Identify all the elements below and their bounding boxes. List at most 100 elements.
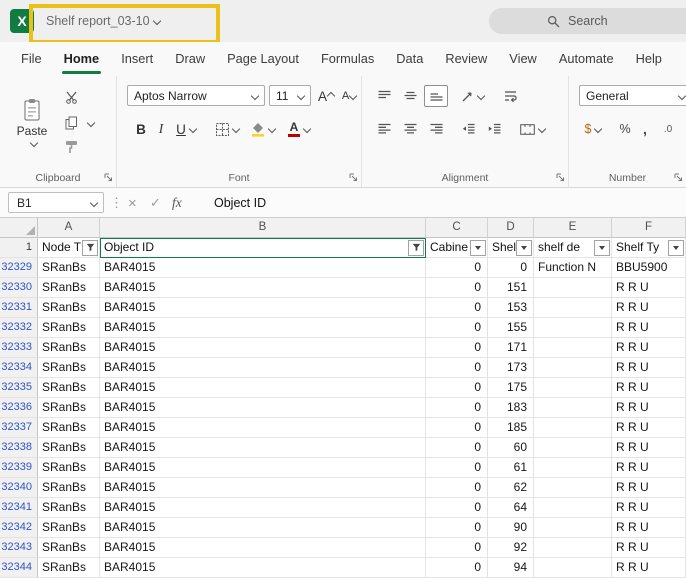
- cell-node-type[interactable]: SRanBs: [38, 518, 100, 538]
- menu-tab-help[interactable]: Help: [625, 42, 673, 76]
- italic-button[interactable]: I: [153, 118, 169, 140]
- row-number[interactable]: 32337: [0, 418, 38, 438]
- cell-shelf[interactable]: 92: [488, 538, 534, 558]
- row-number[interactable]: 32342: [0, 518, 38, 538]
- cell-shelf[interactable]: 173: [488, 358, 534, 378]
- cell-cabinet[interactable]: 0: [426, 438, 488, 458]
- cell-shelf[interactable]: 171: [488, 338, 534, 358]
- format-painter-button[interactable]: [62, 138, 80, 156]
- cell-shelf-desc[interactable]: [534, 378, 612, 398]
- cancel-icon[interactable]: ×: [128, 188, 137, 218]
- merge-center-button[interactable]: [514, 118, 550, 140]
- name-box[interactable]: B1: [8, 192, 104, 213]
- cell-shelf[interactable]: 62: [488, 478, 534, 498]
- filter-funnel-icon[interactable]: [408, 240, 424, 256]
- copy-button[interactable]: [62, 114, 80, 132]
- cell-node-type[interactable]: SRanBs: [38, 438, 100, 458]
- cell-shelf-type[interactable]: R R U: [612, 558, 686, 578]
- cell-shelf-type[interactable]: R R U: [612, 458, 686, 478]
- cell-shelf[interactable]: 60: [488, 438, 534, 458]
- select-all-corner[interactable]: [0, 218, 38, 238]
- cell-node-type[interactable]: SRanBs: [38, 278, 100, 298]
- row-number[interactable]: 32338: [0, 438, 38, 458]
- percent-style-button[interactable]: %: [615, 118, 635, 140]
- middle-align-button[interactable]: [398, 85, 422, 107]
- cell-shelf-type[interactable]: R R U: [612, 338, 686, 358]
- cell-cabinet[interactable]: 0: [426, 558, 488, 578]
- cell-object-id[interactable]: BAR4015: [100, 438, 426, 458]
- cell-shelf-type[interactable]: R R U: [612, 378, 686, 398]
- cell-cabinet[interactable]: 0: [426, 278, 488, 298]
- bottom-align-button[interactable]: [424, 85, 448, 107]
- orientation-button[interactable]: [456, 85, 488, 107]
- cell-shelf-type[interactable]: R R U: [612, 318, 686, 338]
- number-format-combo[interactable]: General: [579, 85, 686, 106]
- menu-tab-home[interactable]: Home: [53, 42, 111, 76]
- cell-shelf-desc[interactable]: [534, 298, 612, 318]
- cell-cabinet[interactable]: 0: [426, 538, 488, 558]
- cell-node-type[interactable]: SRanBs: [38, 398, 100, 418]
- cell-cabinet[interactable]: 0: [426, 338, 488, 358]
- cell-shelf[interactable]: 151: [488, 278, 534, 298]
- menu-tab-formulas[interactable]: Formulas: [310, 42, 385, 76]
- cell-object-id[interactable]: BAR4015: [100, 338, 426, 358]
- decrease-decimal-button[interactable]: .00: [681, 118, 686, 140]
- workbook-title[interactable]: Shelf report_03-10: [46, 0, 160, 42]
- cell-object-id[interactable]: BAR4015: [100, 398, 426, 418]
- column-header-a[interactable]: A: [38, 218, 100, 238]
- menu-tab-file[interactable]: File: [10, 42, 53, 76]
- cell-shelf-desc[interactable]: [534, 318, 612, 338]
- search-box[interactable]: Search: [489, 8, 686, 34]
- row-number[interactable]: 32335: [0, 378, 38, 398]
- font-size-combo[interactable]: 11: [269, 85, 311, 106]
- cell-cabinet[interactable]: 0: [426, 298, 488, 318]
- align-center-button[interactable]: [398, 118, 422, 140]
- cut-button[interactable]: [62, 88, 80, 106]
- filter-dropdown-icon[interactable]: [594, 240, 610, 256]
- cell-object-id[interactable]: BAR4015: [100, 478, 426, 498]
- cell-shelf-desc[interactable]: [534, 538, 612, 558]
- cell-shelf[interactable]: 0: [488, 258, 534, 278]
- cell-shelf-desc[interactable]: [534, 438, 612, 458]
- header-cell-node-type[interactable]: Node T: [38, 238, 100, 258]
- cell-shelf-type[interactable]: R R U: [612, 358, 686, 378]
- cell-object-id[interactable]: BAR4015: [100, 518, 426, 538]
- row-number[interactable]: 32341: [0, 498, 38, 518]
- filter-dropdown-icon[interactable]: [470, 240, 486, 256]
- row-number[interactable]: 32343: [0, 538, 38, 558]
- cell-shelf-type[interactable]: BBU5900: [612, 258, 686, 278]
- cell-shelf-desc[interactable]: Function N: [534, 258, 612, 278]
- cell-cabinet[interactable]: 0: [426, 398, 488, 418]
- comma-style-button[interactable]: ,: [637, 118, 653, 140]
- cell-object-id[interactable]: BAR4015: [100, 378, 426, 398]
- formula-bar-value[interactable]: Object ID: [214, 188, 266, 218]
- header-cell-shelf-type[interactable]: Shelf Ty: [612, 238, 686, 258]
- cell-shelf-desc[interactable]: [534, 358, 612, 378]
- column-header-e[interactable]: E: [534, 218, 612, 238]
- bold-button[interactable]: B: [131, 118, 151, 140]
- cell-object-id[interactable]: BAR4015: [100, 538, 426, 558]
- cell-node-type[interactable]: SRanBs: [38, 378, 100, 398]
- cell-cabinet[interactable]: 0: [426, 378, 488, 398]
- cell-object-id[interactable]: BAR4015: [100, 298, 426, 318]
- column-header-f[interactable]: F: [612, 218, 686, 238]
- cell-object-id[interactable]: BAR4015: [100, 258, 426, 278]
- filter-dropdown-icon[interactable]: [516, 240, 532, 256]
- accounting-format-button[interactable]: $: [577, 118, 609, 140]
- cell-shelf-type[interactable]: R R U: [612, 478, 686, 498]
- align-right-button[interactable]: [424, 118, 448, 140]
- grow-font-button[interactable]: A: [315, 85, 337, 107]
- cell-object-id[interactable]: BAR4015: [100, 498, 426, 518]
- menu-tab-automate[interactable]: Automate: [548, 42, 625, 76]
- cell-node-type[interactable]: SRanBs: [38, 458, 100, 478]
- cell-shelf-desc[interactable]: [534, 278, 612, 298]
- header-cell-shelf-desc[interactable]: shelf de: [534, 238, 612, 258]
- filter-funnel-icon[interactable]: [82, 240, 98, 256]
- paste-button[interactable]: Paste: [8, 84, 56, 160]
- cell-object-id[interactable]: BAR4015: [100, 278, 426, 298]
- cell-node-type[interactable]: SRanBs: [38, 538, 100, 558]
- menu-tab-draw[interactable]: Draw: [164, 42, 216, 76]
- cell-node-type[interactable]: SRanBs: [38, 418, 100, 438]
- cell-shelf[interactable]: 155: [488, 318, 534, 338]
- cell-cabinet[interactable]: 0: [426, 318, 488, 338]
